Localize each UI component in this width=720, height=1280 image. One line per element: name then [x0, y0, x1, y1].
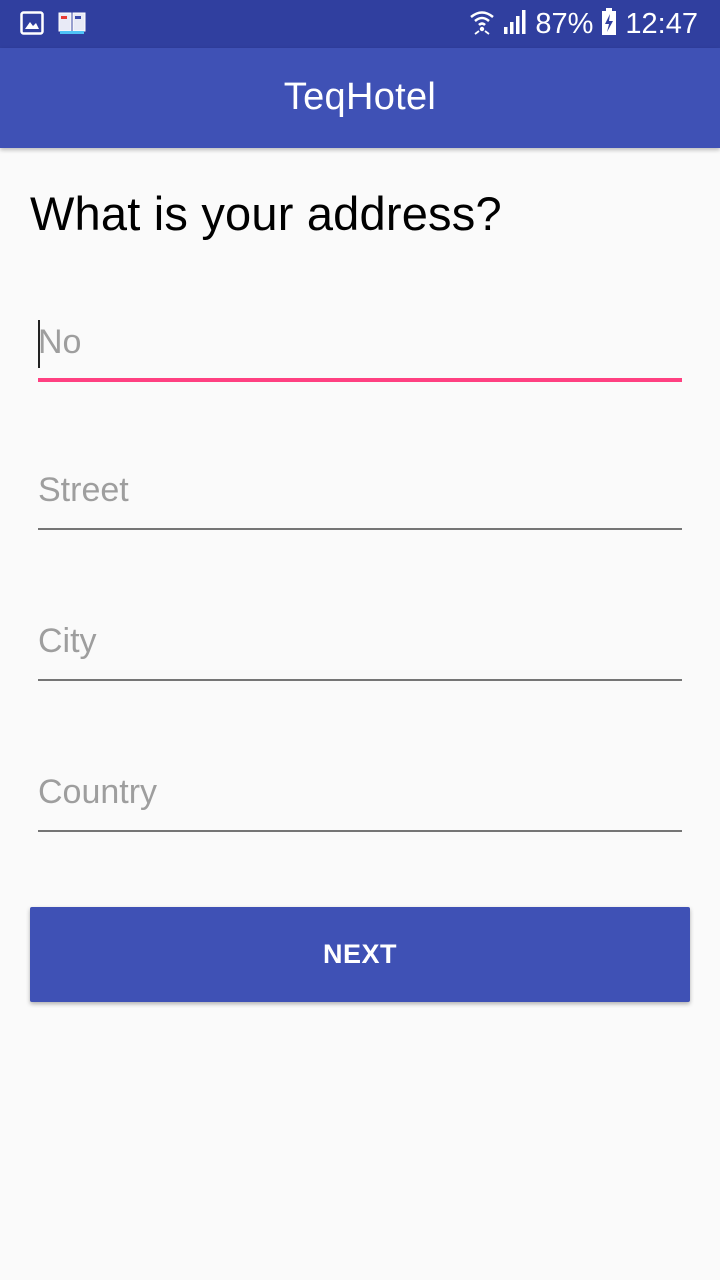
no-input[interactable] [38, 312, 682, 372]
address-question: What is your address? [30, 187, 502, 240]
street-input[interactable] [38, 460, 682, 520]
status-bar: 87% 12:47 [0, 0, 720, 48]
battery-charging-icon [601, 7, 617, 41]
country-field[interactable] [38, 762, 682, 832]
app-bar: TeqHotel [0, 48, 720, 148]
no-field-underline [38, 378, 682, 382]
signal-icon [503, 9, 527, 40]
country-field-underline [38, 830, 682, 832]
text-cursor [38, 320, 40, 368]
city-field-underline [38, 679, 682, 681]
wifi-icon [469, 8, 495, 41]
street-field[interactable] [38, 460, 682, 530]
country-input[interactable] [38, 762, 682, 822]
gallery-icon [20, 11, 44, 40]
street-field-underline [38, 528, 682, 530]
battery-percent: 87% [535, 7, 594, 40]
next-button[interactable]: NEXT [30, 907, 690, 1002]
clock: 12:47 [625, 7, 698, 40]
city-input[interactable] [38, 611, 682, 671]
city-field[interactable] [38, 611, 682, 681]
no-field[interactable] [38, 312, 682, 382]
app-title: TeqHotel [283, 76, 437, 118]
book-app-icon [58, 10, 86, 41]
